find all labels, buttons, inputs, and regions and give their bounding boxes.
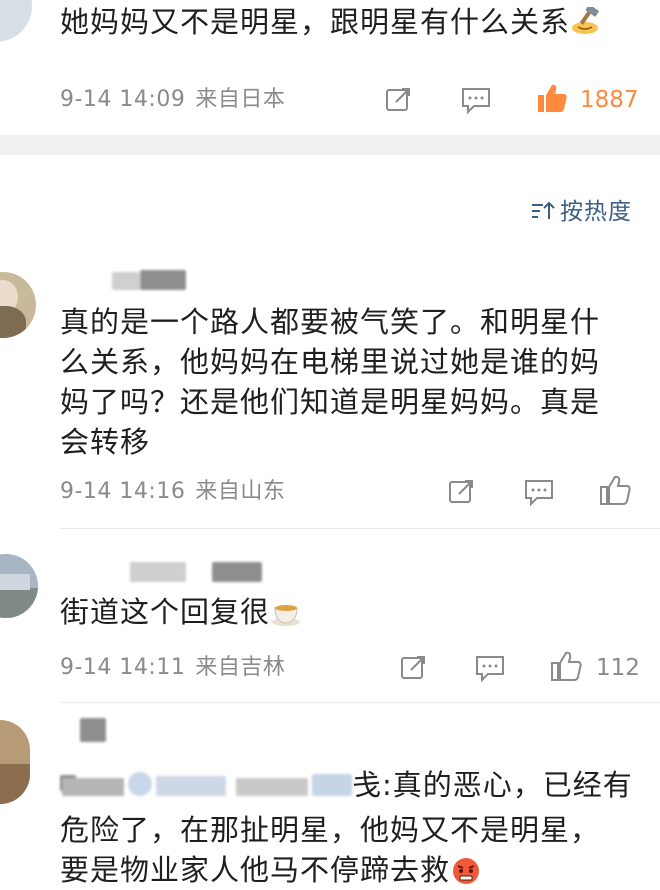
comment-2-body: 真的是一个路人都要被气笑了。和明星什 么关系，他妈妈在电梯里说过她是谁的妈 妈了…: [60, 302, 650, 462]
angry-emoji: [453, 858, 480, 884]
comment-4-line: 要是物业家人他马不停蹄去救: [60, 853, 451, 887]
comment-1-location: 来自日本: [195, 87, 286, 112]
avatar[interactable]: [0, 720, 30, 804]
username-redacted: [112, 272, 140, 290]
comment-icon[interactable]: [474, 653, 506, 683]
comment-3-text: 街道这个回复很: [60, 595, 271, 629]
comment-2-line: 真的是一个路人都要被气笑了。和明星什: [60, 305, 601, 339]
comment-4-reply-suffix: 戋:真的恶心，已经有: [352, 765, 652, 805]
sort-label: 按热度: [560, 199, 632, 225]
comment-icon[interactable]: [523, 477, 555, 507]
reply-prefix-redacted: [156, 776, 226, 796]
comment-3-like-count: 112: [596, 655, 640, 681]
comment-3-text-row: 街道这个回复很: [60, 592, 302, 632]
comment-separator: [60, 528, 660, 529]
reply-prefix-redacted: [128, 772, 152, 796]
reply-prefix-redacted: [62, 778, 124, 796]
comment-3-location: 来自吉林: [195, 655, 286, 680]
avatar[interactable]: [0, 0, 32, 42]
tea-emoji: [272, 605, 301, 626]
comment-1-meta: 9-14 14:09 来自日本: [60, 86, 285, 114]
comment-4-line: 危险了，在那扯明星，他妈又不是明星，: [60, 813, 601, 847]
comment-1-like-count: 1887: [580, 87, 639, 113]
sort-icon: [532, 201, 555, 219]
comment-feed: 她妈妈又不是明星，跟明星有什么关系 9-14 14:09 来自日本 1887 按热…: [0, 0, 660, 890]
comment-2-date: 9-14 14:16: [60, 479, 186, 504]
comment-1-text-row: 她妈妈又不是明星，跟明星有什么关系: [60, 2, 660, 42]
reply-prefix-redacted: [312, 774, 352, 796]
comment-separator: [60, 702, 660, 703]
comment-2-meta: 9-14 14:16 来自山东: [60, 478, 285, 506]
comment-3-date: 9-14 14:11: [60, 655, 186, 680]
avatar[interactable]: [0, 554, 38, 618]
username-redacted: [212, 562, 262, 582]
comment-2-line: 妈了吗？还是他们知道是明星妈妈。真是: [60, 385, 601, 419]
section-divider: [0, 135, 660, 155]
comment-1-date: 9-14 14:09: [60, 87, 186, 112]
comment-4-reply-text: 戋:真的恶心，已经有: [352, 768, 633, 802]
share-icon[interactable]: [384, 85, 414, 115]
comment-3-meta: 9-14 14:11 来自吉林: [60, 654, 285, 682]
like-icon[interactable]: [598, 474, 632, 506]
avatar[interactable]: [0, 272, 36, 338]
username-redacted: [80, 718, 106, 742]
username-redacted: [140, 270, 186, 290]
share-icon[interactable]: [399, 653, 429, 683]
share-icon[interactable]: [447, 477, 477, 507]
comment-1-text: 她妈妈又不是明星，跟明星有什么关系: [60, 5, 571, 39]
comment-icon[interactable]: [460, 85, 492, 115]
username-redacted: [130, 562, 186, 582]
hammer-emoji: [572, 7, 599, 34]
comment-4-body: 危险了，在那扯明星，他妈又不是明星， 要是物业家人他马不停蹄去救: [60, 810, 650, 890]
like-icon[interactable]: [535, 82, 569, 114]
comment-2-line: 么关系，他妈妈在电梯里说过她是谁的妈: [60, 345, 601, 379]
like-icon[interactable]: [549, 650, 583, 682]
comment-2-location: 来自山东: [195, 479, 286, 504]
comment-4-line-row: 要是物业家人他马不停蹄去救: [60, 850, 650, 890]
reply-prefix-redacted: [236, 778, 308, 796]
comment-2-line: 会转移: [60, 425, 151, 459]
sort-by-hot-button[interactable]: 按热度: [530, 192, 632, 226]
